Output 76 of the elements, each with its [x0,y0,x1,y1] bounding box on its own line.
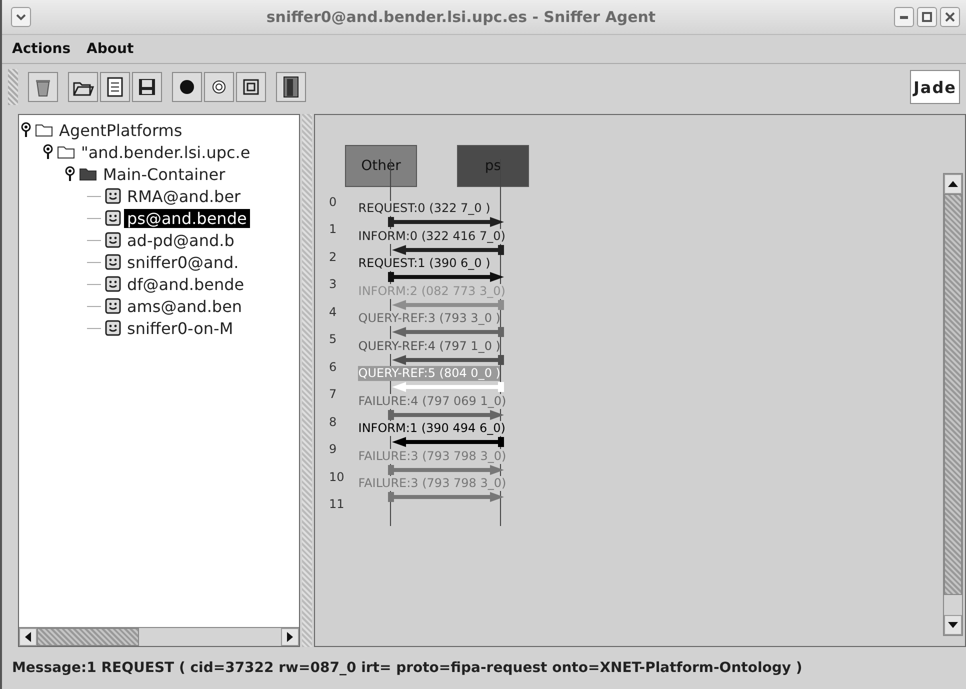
split-handle[interactable] [302,114,312,647]
row-number: 1 [329,221,338,238]
document-button[interactable] [100,72,130,102]
smiley-icon [105,276,121,292]
logo: Jade [910,70,960,104]
smiley-icon [105,188,121,204]
pin-icon[interactable] [65,166,75,182]
maximize-icon [922,12,932,22]
menu-item[interactable]: About [80,39,140,59]
row-number: 10 [329,468,344,486]
exit-button[interactable] [276,72,306,102]
pin-icon[interactable] [21,122,31,138]
pin-icon[interactable] [43,144,53,160]
row-number: 9 [329,441,338,458]
message-label[interactable]: INFORM:1 (390 494 6_0) [358,421,506,436]
folder-icon [57,145,75,159]
row-number: 6 [329,358,338,376]
floppy-icon [137,77,157,97]
tree-item[interactable]: ad-pd@and.b [124,230,238,250]
maximize-button[interactable] [917,7,937,27]
row-number: 5 [329,331,338,348]
smiley-icon [105,232,121,248]
message-label[interactable]: FAILURE:4 (797 069 1_0) [358,394,506,408]
message-label[interactable]: QUERY-REF:4 (797 1_0 ) [358,338,500,354]
row-number: 0 [329,194,338,211]
tree-item[interactable]: "and.bender.lsi.upc.e [78,142,254,162]
window-menu-button[interactable] [11,7,31,27]
tree-item[interactable]: AgentPlatforms [56,120,186,140]
right-arrow-icon[interactable] [286,632,294,642]
square-spiral-button[interactable] [236,72,266,102]
smiley-icon [105,320,121,336]
minimize-button[interactable] [894,7,914,27]
chevron-icon [16,13,26,21]
save-button[interactable] [132,72,162,102]
dot-icon [179,79,195,95]
smiley-icon [105,254,121,270]
tree-item[interactable]: ps@and.bende [124,208,250,228]
message-label[interactable]: INFORM:0 (322 416 7_0) [358,228,506,244]
row-number: 7 [329,386,338,404]
status-text: Message:1 REQUEST ( cid=37322 rw=087_0 irt= proto=fipa-request onto=XNET-Platform-Ontology ) [12,660,802,676]
up-arrow-icon[interactable] [948,180,958,188]
menu-item[interactable]: Actions [6,39,77,59]
tree-item[interactable]: sniffer0-on-M [124,318,236,338]
open-button[interactable] [68,72,98,102]
agent-box[interactable]: Other [345,145,417,187]
tree-item[interactable]: sniffer0@and. [124,252,242,272]
row-number: 2 [329,248,338,266]
left-arrow-icon[interactable] [24,632,32,642]
vertical-scrollbar[interactable] [943,173,963,636]
message-label[interactable]: QUERY-REF:3 (793 3_0 ) [358,311,500,326]
row-number: 11 [329,496,344,514]
tree-item[interactable]: df@and.bende [124,274,248,294]
record-button[interactable] [172,72,202,102]
close-icon [945,12,955,22]
folder-icon [79,167,97,181]
tree-item[interactable]: ams@and.ben [124,296,246,316]
folder-icon [35,123,53,137]
smiley-icon [105,298,121,314]
message-label[interactable]: REQUEST:1 (390 6_0 ) [358,256,490,271]
row-number: 8 [329,414,338,431]
window-title: sniffer0@and.bender.lsi.upc.es - Sniffer Agent [265,8,657,26]
tree-item[interactable]: Main-Container [100,164,228,184]
message-label[interactable]: REQUEST:0 (322 7_0 ) [358,201,490,216]
document-icon [105,76,125,98]
trash-icon [34,77,52,97]
row-number: 4 [329,304,338,321]
row-number: 3 [329,276,338,294]
smiley-icon [105,210,121,226]
tree-item[interactable]: RMA@and.ber [124,186,244,206]
toolbar-grip[interactable] [8,69,18,105]
down-arrow-icon[interactable] [948,621,958,629]
door-icon [281,75,301,99]
close-button[interactable] [940,7,960,27]
spiral-button[interactable] [204,72,234,102]
clear-button[interactable] [28,72,58,102]
horizontal-scrollbar[interactable] [19,627,299,646]
